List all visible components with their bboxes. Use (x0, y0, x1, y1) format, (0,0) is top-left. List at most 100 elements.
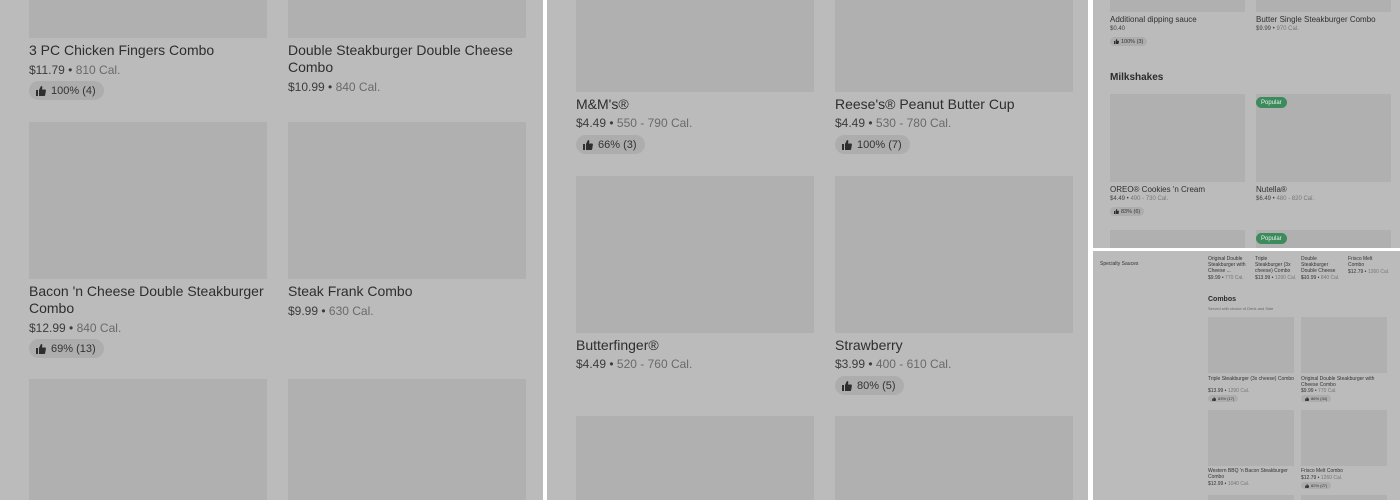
item-title[interactable]: Bacon 'n Cheese Double Steakburger Combo (29, 283, 267, 317)
item-price: $0.40 (1110, 26, 1126, 32)
item-title[interactable]: Additional dipping sauce (1110, 15, 1245, 25)
item-calories: 770 Cal. (1318, 388, 1337, 394)
item-price-line: $9.99 • 770 Cal. (1208, 275, 1244, 281)
item-price-line: $3.99 • 400 - 610 Cal. (835, 357, 952, 371)
item-image[interactable] (1208, 495, 1294, 500)
item-image[interactable] (1208, 410, 1294, 466)
item-image[interactable] (29, 379, 267, 500)
item-price-line: $10.99 • 840 Cal. (1301, 275, 1340, 281)
item-calories: 840 Cal. (335, 80, 381, 94)
item-title[interactable]: OREO® Cookies 'n Cream (1110, 185, 1245, 195)
rating-badge: 69% (13) (29, 339, 104, 358)
item-title[interactable]: Triple Steakburger (3x cheese) Combo (1208, 376, 1294, 382)
item-price: $12.79 (1348, 269, 1364, 275)
item-image[interactable] (29, 0, 267, 38)
item-price-line: $9.99 • 630 Cal. (288, 304, 374, 318)
item-title[interactable]: Western BBQ 'n Bacon Steakburger Combo (1208, 468, 1294, 480)
rating-text: 82% (27) (1311, 483, 1328, 488)
rating-text: 86% (34) (1311, 396, 1328, 401)
item-price: $9.99 (1208, 275, 1221, 281)
item-title[interactable]: Original Double Steakburger with Cheese … (1301, 376, 1387, 388)
item-price-line: $4.49 • 520 - 760 Cal. (576, 357, 693, 371)
thumbs-up-icon (36, 343, 46, 354)
item-title[interactable]: Butter Single Steakburger Combo (1256, 15, 1396, 25)
menu-panel-combos-thumb: Specialty Sauces Original Double Steakbu… (1093, 251, 1400, 500)
item-title[interactable]: 3 PC Chicken Fingers Combo (29, 42, 267, 59)
item-image[interactable] (576, 416, 814, 500)
item-calories: 480 - 820 Cal. (1276, 196, 1315, 202)
item-title[interactable]: Frisco Melt Combo (1301, 468, 1387, 474)
item-price: $9.99 (1301, 388, 1314, 394)
item-title[interactable]: Original Double Steakburger with Cheese … (1208, 256, 1248, 274)
menu-panel-milkshakes-thumb: Additional dipping sauce $0.40 100% (3) … (1093, 0, 1400, 248)
item-title[interactable]: Frisco Melt Combo (1348, 256, 1388, 268)
item-image[interactable] (1301, 410, 1387, 466)
item-image[interactable] (1301, 317, 1387, 373)
item-title[interactable]: Reese's® Peanut Butter Cup (835, 96, 1073, 113)
rating-badge: 100% (4) (29, 81, 104, 100)
item-image[interactable] (835, 176, 1073, 333)
item-image[interactable] (288, 0, 526, 38)
popular-badge: Popular (1256, 97, 1287, 108)
item-calories: 530 - 780 Cal. (875, 116, 952, 130)
rating-badge: 83% (6) (1110, 207, 1145, 216)
item-price-line: $9.99 • 970 Cal. (1256, 26, 1299, 32)
item-image[interactable] (576, 176, 814, 333)
item-price: $12.79 (1301, 475, 1317, 481)
item-image[interactable] (835, 0, 1073, 92)
item-price: $11.79 (29, 63, 65, 77)
item-image[interactable] (288, 122, 526, 279)
item-image[interactable] (29, 122, 267, 279)
item-calories: 1290 Cal. (1274, 275, 1297, 281)
item-image[interactable] (1110, 0, 1245, 12)
item-price: $13.99 (1255, 275, 1271, 281)
item-title[interactable]: Butterfinger® (576, 337, 814, 354)
item-price: $12.99 (1208, 481, 1224, 487)
item-title[interactable]: M&M's® (576, 96, 814, 113)
item-price: $13.99 (1208, 388, 1224, 394)
rating-text: 80% (5) (857, 379, 896, 392)
item-price-line: $4.49 • 550 - 790 Cal. (576, 116, 693, 130)
sidebar-link-specialty-sauces[interactable]: Specialty Sauces (1100, 261, 1138, 267)
item-price: $10.99 (1301, 275, 1317, 281)
section-title: Milkshakes (1110, 72, 1164, 83)
section-subtitle: Served with choice of Drink and Side (1208, 306, 1274, 311)
item-image[interactable] (1110, 230, 1245, 248)
item-price: $4.49 (576, 357, 607, 371)
thumbs-up-icon (36, 85, 46, 96)
rating-badge: 66% (3) (576, 135, 645, 154)
rating-badge: 82% (27) (1301, 482, 1332, 489)
item-title[interactable]: Strawberry (835, 337, 1073, 354)
item-price: $12.99 (29, 321, 66, 335)
item-calories: 1290 Cal. (1227, 388, 1250, 394)
item-price: $4.49 (576, 116, 607, 130)
item-calories: 840 Cal. (1320, 275, 1340, 281)
item-image[interactable] (835, 416, 1073, 500)
rating-text: 83% (6) (1121, 208, 1141, 215)
item-title[interactable]: Triple Steakburger (3x cheese) Combo (1255, 256, 1295, 274)
item-price: $4.49 (835, 116, 866, 130)
item-price-line: $11.79 • 810 Cal. (29, 63, 121, 77)
item-price-line: $12.79 • 1260 Cal. (1301, 475, 1343, 481)
rating-text: 69% (13) (51, 342, 96, 355)
item-image[interactable] (288, 379, 526, 500)
item-image[interactable] (1208, 317, 1294, 373)
thumbs-up-icon (1114, 209, 1119, 214)
item-image[interactable] (1301, 495, 1387, 500)
popular-badge: Popular (1256, 233, 1287, 244)
item-price: $3.99 (835, 357, 866, 371)
item-title[interactable]: Nutella® (1256, 185, 1391, 195)
item-price-line: $12.99 • 840 Cal. (29, 321, 122, 335)
item-image[interactable] (1256, 0, 1391, 12)
item-title[interactable]: Double Steakburger Double Cheese Combo (288, 42, 526, 76)
item-price: $9.99 (1256, 26, 1272, 32)
item-price-line: $12.99 • 1040 Cal. (1208, 481, 1250, 487)
item-image[interactable] (576, 0, 814, 92)
thumbs-up-icon (842, 139, 852, 150)
rating-text: 66% (3) (598, 138, 637, 151)
item-title[interactable]: Steak Frank Combo (288, 283, 526, 300)
item-calories: 1260 Cal. (1320, 475, 1343, 481)
item-image[interactable] (1110, 94, 1245, 182)
thumbs-up-icon (842, 380, 852, 391)
rating-badge: 86% (34) (1301, 395, 1332, 402)
